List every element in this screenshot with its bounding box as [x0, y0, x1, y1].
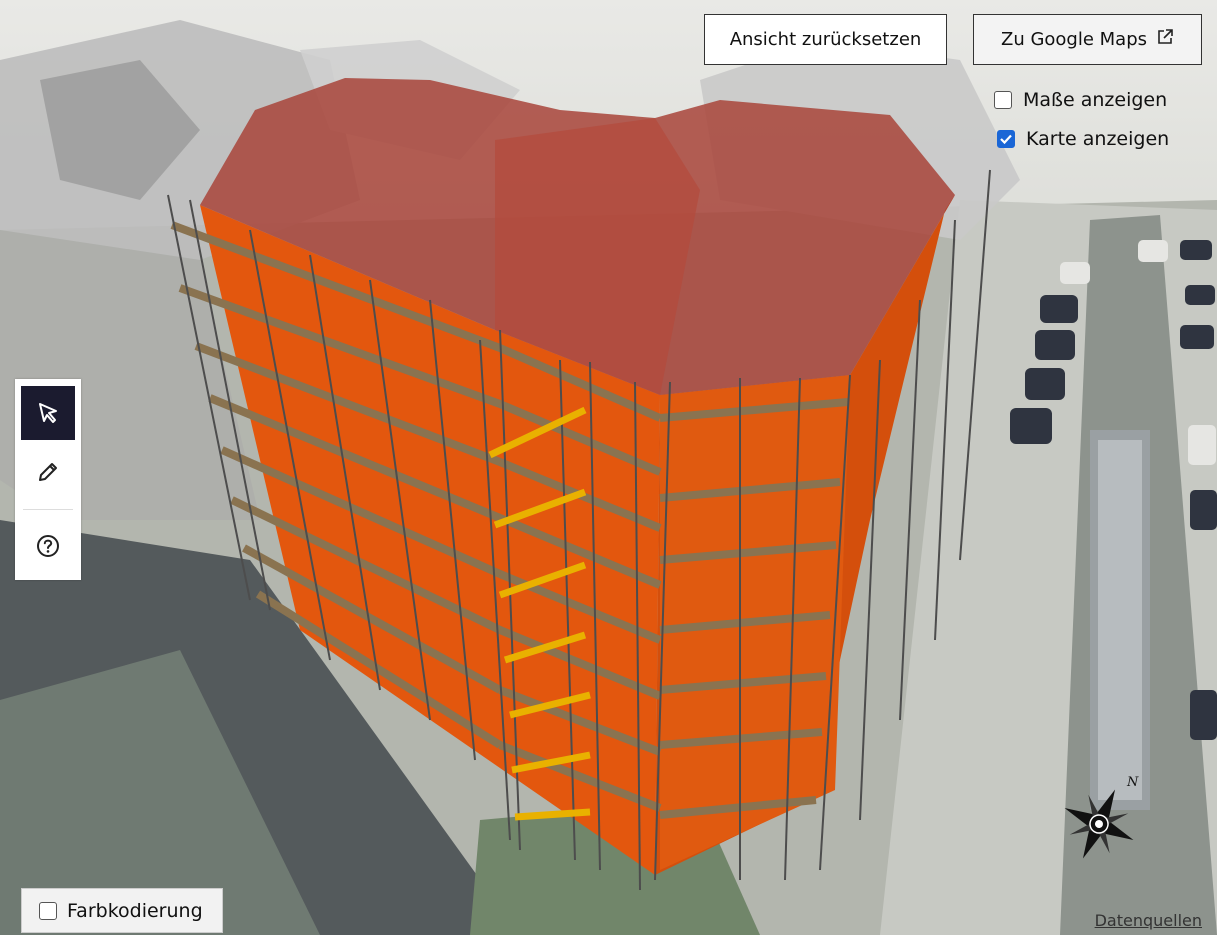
compass-north-label: N — [1126, 775, 1139, 790]
google-maps-button[interactable]: Zu Google Maps — [973, 14, 1202, 65]
data-sources-link[interactable]: Datenquellen — [1095, 911, 1202, 930]
draw-tool-button[interactable] — [21, 445, 75, 499]
color-coding-checkbox[interactable] — [39, 901, 57, 920]
question-circle-icon — [37, 535, 59, 557]
external-link-icon — [1156, 28, 1174, 51]
show-dimensions-checkbox[interactable] — [994, 91, 1012, 109]
help-button[interactable] — [21, 519, 75, 573]
show-dimensions-label: Maße anzeigen — [1023, 89, 1168, 111]
show-map-row[interactable]: Karte anzeigen — [997, 128, 1169, 150]
cursor-arrow-icon — [39, 403, 57, 423]
3d-viewport[interactable]: Ansicht zurücksetzen Zu Google Maps Maße… — [0, 0, 1217, 935]
toolbar-separator — [23, 509, 73, 510]
pencil-icon — [39, 463, 57, 481]
show-dimensions-row[interactable]: Maße anzeigen — [994, 89, 1167, 111]
reset-view-button[interactable]: Ansicht zurücksetzen — [704, 14, 947, 65]
reset-view-label: Ansicht zurücksetzen — [729, 29, 922, 50]
show-map-label: Karte anzeigen — [1026, 128, 1170, 150]
compass-icon[interactable]: N — [1057, 770, 1141, 866]
google-maps-label: Zu Google Maps — [1000, 29, 1148, 50]
show-map-checkbox[interactable] — [997, 130, 1015, 148]
color-coding-toggle[interactable]: Farbkodierung — [21, 888, 223, 933]
select-tool-button[interactable] — [21, 386, 75, 440]
checkmark-icon — [1000, 134, 1012, 145]
color-coding-label: Farbkodierung — [67, 899, 203, 922]
tool-palette — [15, 379, 81, 580]
